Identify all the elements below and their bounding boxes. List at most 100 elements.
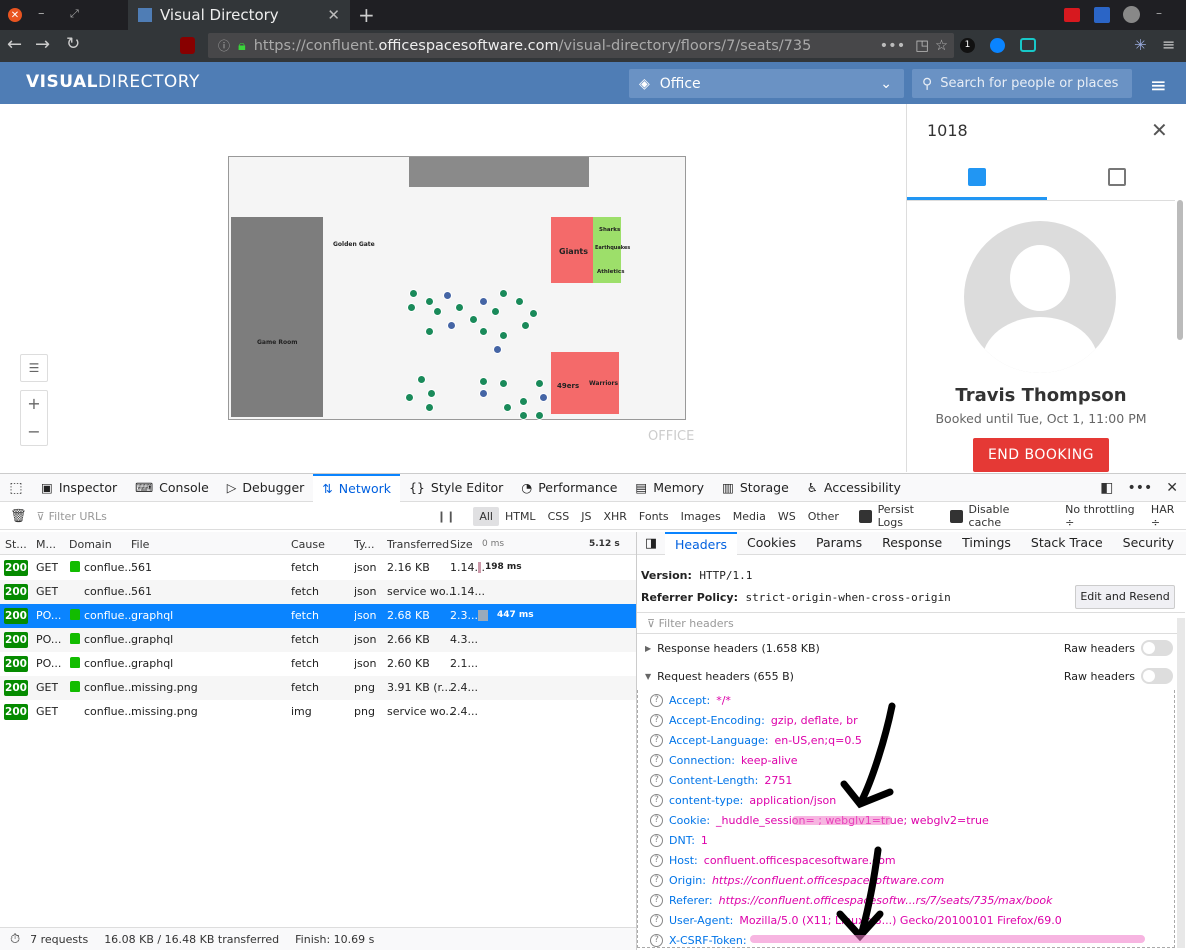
table-row[interactable]: 200 PO... conflue... graphql fetch json 2.68 K… (0, 604, 636, 628)
seat-marker[interactable] (479, 377, 488, 386)
detail-tab-cookies[interactable]: Cookies (737, 532, 806, 555)
pause-icon[interactable]: ❙❙ (437, 510, 455, 523)
bookmark-star-icon[interactable]: ☆ (935, 38, 948, 54)
header-row[interactable]: ? Origin: https://confluent.officespacesof… (650, 870, 1174, 890)
help-icon[interactable]: ? (650, 793, 663, 807)
seat-marker[interactable] (443, 291, 452, 300)
seat-marker[interactable] (499, 379, 508, 388)
type-filter-all[interactable]: All (473, 506, 499, 526)
raw-headers-toggle[interactable] (1141, 640, 1173, 656)
seat-marker[interactable] (447, 321, 456, 330)
extension-icon[interactable] (1064, 8, 1080, 22)
header-row[interactable]: ? Accept: */* (650, 690, 1174, 710)
floor-plan[interactable]: Golden Gate Giants Sharks Earthquakes At… (228, 156, 686, 420)
hamburger-menu-icon[interactable]: ≡ (1162, 35, 1175, 54)
seat-marker[interactable] (539, 393, 548, 402)
minimize-window-icon[interactable]: – (38, 6, 45, 21)
header-row[interactable]: ? Host: confluent.officespacesoftware.com (650, 850, 1174, 870)
back-icon[interactable]: ← (7, 34, 22, 55)
trash-icon[interactable]: 🗑︎ (10, 509, 27, 524)
seat-marker[interactable] (535, 379, 544, 388)
sparkle-icon[interactable]: ✳ (1134, 36, 1147, 54)
menu-icon[interactable]: ≡ (1150, 73, 1167, 97)
help-icon[interactable]: ? (650, 713, 663, 727)
detail-tab-stack-trace[interactable]: Stack Trace (1021, 532, 1113, 555)
tab-memory[interactable]: ▤ Memory (626, 474, 713, 502)
help-icon[interactable]: ? (650, 893, 663, 907)
zoom-out-icon[interactable]: − (21, 419, 47, 446)
tab-debugger[interactable]: ▷ Debugger (218, 474, 314, 502)
seat-marker[interactable] (425, 327, 434, 336)
seat-marker[interactable] (519, 397, 528, 406)
edit-resend-button[interactable]: Edit and Resend (1075, 585, 1175, 609)
type-filter-ws[interactable]: WS (772, 507, 802, 526)
table-row[interactable]: 200 GET conflue... 561 fetch json 2.16 KB 1.14.… (0, 556, 636, 580)
reload-icon[interactable]: ↻ (66, 34, 80, 54)
seat-marker[interactable] (499, 289, 508, 298)
col-type[interactable]: Ty... (354, 538, 374, 551)
help-icon[interactable]: ? (650, 853, 663, 867)
disable-cache-checkbox[interactable] (949, 509, 963, 523)
persist-logs-checkbox[interactable] (858, 509, 872, 523)
help-icon[interactable]: ? (650, 693, 663, 707)
table-row[interactable]: 200 GET conflue... 561 fetch json service wo..… (0, 580, 636, 604)
seat-marker[interactable] (529, 309, 538, 318)
seat-marker[interactable] (499, 331, 508, 340)
tab-network[interactable]: ⇅ Network (313, 473, 400, 502)
seat-marker[interactable] (417, 375, 426, 384)
help-icon[interactable]: ? (650, 833, 663, 847)
type-filter-other[interactable]: Other (802, 507, 845, 526)
seat-marker[interactable] (479, 327, 488, 336)
seat-marker[interactable] (469, 315, 478, 324)
tab-console[interactable]: ⌨ Console (126, 474, 218, 502)
profile-avatar[interactable] (1123, 6, 1140, 23)
type-filter-html[interactable]: HTML (499, 507, 542, 526)
help-icon[interactable]: ? (650, 873, 663, 887)
office-select[interactable]: ◈ Office ⌄ (629, 69, 904, 98)
response-headers-section[interactable]: ▶ Response headers (1.658 KB) Raw header… (637, 636, 1173, 660)
close-tab-icon[interactable]: ✕ (327, 6, 340, 24)
info-icon[interactable]: ⓘ (218, 37, 230, 54)
filter-headers-input[interactable]: ⊽ Filter headers (637, 612, 1185, 634)
type-filter-fonts[interactable]: Fonts (633, 507, 675, 526)
seat-marker[interactable] (491, 307, 500, 316)
seat-marker[interactable] (521, 321, 530, 330)
tab-accessibility[interactable]: ♿︎ Accessibility (798, 474, 910, 502)
seat-marker[interactable] (409, 289, 418, 298)
header-row[interactable]: ? User-Agent: Mozilla/5.0 (X11; Linux x8..… (650, 910, 1174, 930)
seat-marker[interactable] (433, 307, 442, 316)
type-filter-xhr[interactable]: XHR (597, 507, 632, 526)
seat-marker[interactable] (425, 403, 434, 412)
app-logo[interactable]: VISUALDIRECTORY (26, 72, 200, 92)
help-icon[interactable]: ? (650, 933, 663, 947)
detail-tab-timings[interactable]: Timings (952, 532, 1021, 555)
help-icon[interactable]: ? (650, 753, 663, 767)
ublock-icon[interactable] (180, 37, 195, 54)
tab-calendar[interactable] (1047, 158, 1186, 200)
type-filter-media[interactable]: Media (727, 507, 772, 526)
col-domain[interactable]: Domain (69, 538, 112, 551)
header-row[interactable]: ? Connection: keep-alive (650, 750, 1174, 770)
url-bar[interactable]: ⓘ 🔒︎ https://confluent. officespacesoftwa… (208, 33, 954, 58)
header-row[interactable]: ? DNT: 1 (650, 830, 1174, 850)
seat-marker[interactable] (479, 389, 488, 398)
forward-icon[interactable]: → (35, 34, 50, 55)
extension-icon[interactable]: 1 (960, 38, 975, 53)
more-options-icon[interactable]: ••• (1127, 480, 1152, 496)
help-icon[interactable]: ? (650, 773, 663, 787)
col-file[interactable]: File (131, 538, 149, 551)
table-row[interactable]: 200 GET conflue... missing.png img png service… (0, 700, 636, 724)
tab-profile[interactable] (907, 158, 1047, 200)
seat-marker[interactable] (503, 403, 512, 412)
help-icon[interactable]: ? (650, 913, 663, 927)
seat-marker[interactable] (519, 411, 528, 420)
details-scrollbar[interactable] (1177, 618, 1185, 948)
seat-marker[interactable] (405, 393, 414, 402)
zoom-in-icon[interactable]: + (21, 391, 47, 419)
extension-icon[interactable] (1094, 7, 1110, 23)
new-tab-icon[interactable]: + (358, 3, 375, 27)
header-row[interactable]: ? Accept-Language: en-US,en;q=0.5 (650, 730, 1174, 750)
header-row[interactable]: ? Content-Length: 2751 (650, 770, 1174, 790)
header-row[interactable]: ? Accept-Encoding: gzip, deflate, br (650, 710, 1174, 730)
raw-headers-toggle[interactable] (1141, 668, 1173, 684)
